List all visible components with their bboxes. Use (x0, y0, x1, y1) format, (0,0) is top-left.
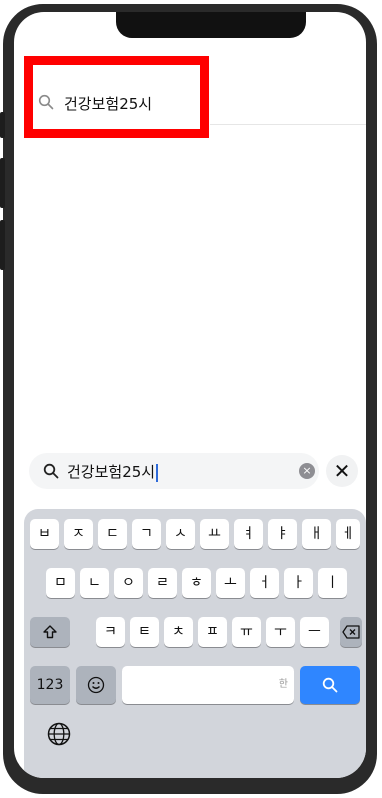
key[interactable]: ㄷ (98, 519, 127, 549)
side-button (0, 112, 5, 138)
key[interactable]: ㄹ (148, 568, 177, 598)
key[interactable]: ㅠ (232, 617, 261, 647)
divider (210, 124, 366, 125)
space-key[interactable]: 한 (122, 666, 294, 704)
key[interactable]: ㄴ (80, 568, 109, 598)
shift-key[interactable] (30, 617, 70, 647)
key[interactable]: ㅡ (300, 617, 329, 647)
key[interactable]: ㅑ (268, 519, 297, 549)
search-icon (43, 463, 59, 479)
search-field[interactable]: 건강보험25시 × (29, 453, 319, 489)
backspace-icon (342, 625, 360, 639)
globe-icon (47, 722, 71, 746)
key[interactable]: ㅌ (130, 617, 159, 647)
space-hint: 한 (278, 679, 288, 690)
numbers-key[interactable]: 123 (30, 666, 70, 704)
key[interactable]: ㅎ (182, 568, 211, 598)
key[interactable]: ㅔ (336, 519, 360, 549)
side-button (0, 158, 5, 208)
key[interactable]: ㅗ (216, 568, 245, 598)
notch (116, 12, 306, 38)
key[interactable]: ㅣ (318, 568, 347, 598)
text-caret (156, 463, 159, 482)
key[interactable]: ㅇ (114, 568, 143, 598)
key[interactable]: ㅍ (198, 617, 227, 647)
key[interactable]: ㅏ (284, 568, 313, 598)
close-button[interactable]: ✕ (326, 455, 358, 487)
key[interactable]: ㅂ (30, 519, 59, 549)
key[interactable]: ㅐ (302, 519, 331, 549)
key[interactable]: ㅊ (164, 617, 193, 647)
search-submit-key[interactable] (300, 666, 360, 704)
delete-key[interactable] (340, 617, 362, 647)
key[interactable]: ㅈ (64, 519, 93, 549)
key[interactable]: ㅛ (200, 519, 229, 549)
clear-button[interactable]: × (299, 463, 315, 479)
highlight-box (24, 56, 209, 138)
shift-icon (43, 625, 57, 639)
key[interactable]: ㅜ (266, 617, 295, 647)
key[interactable]: ㅕ (234, 519, 263, 549)
search-input-text: 건강보험25시 (67, 461, 159, 482)
side-button (0, 220, 5, 270)
key[interactable]: ㅁ (46, 568, 75, 598)
key[interactable]: ㅓ (250, 568, 279, 598)
globe-key[interactable] (46, 721, 76, 751)
key[interactable]: ㅋ (96, 617, 125, 647)
key[interactable]: ㅅ (166, 519, 195, 549)
keyboard: ㅂ ㅈ ㄷ ㄱ ㅅ ㅛ ㅕ ㅑ ㅐ ㅔ ㅁ ㄴ ㅇ ㄹ ㅎ ㅗ ㅓ ㅏ ㅣ ㅋ … (24, 509, 366, 778)
search-icon (322, 677, 338, 693)
emoji-icon (87, 676, 105, 694)
key[interactable]: ㄱ (132, 519, 161, 549)
emoji-key[interactable] (76, 666, 116, 704)
